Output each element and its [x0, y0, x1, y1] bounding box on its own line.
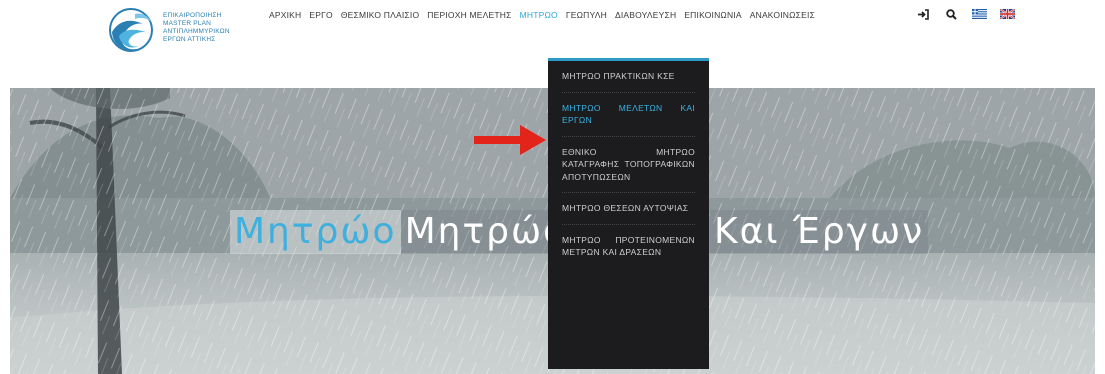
nav-item-registry[interactable]: ΜΗΤΡΩΟ	[520, 10, 558, 20]
logo-text: ΕΠΙΚΑΙΡΟΠΟΙΗΣΗ MASTER PLAN ΑΝΤΙΠΛΗΜΜΥΡΙΚ…	[163, 12, 230, 44]
logo-line: MASTER PLAN	[163, 20, 212, 27]
hero-title: Μητρώο Μητρώο Και Έργων	[230, 210, 929, 254]
nav-item-home[interactable]: ΑΡΧΙΚΗ	[269, 10, 301, 20]
search-icon[interactable]	[943, 7, 959, 21]
logo-line: ΑΝΤΙΠΛΗΜΜΥΡΙΚΩΝ	[163, 28, 230, 35]
dropdown-item-proposed-measures[interactable]: ΜΗΤΡΩΟ ΠΡΟΤΕΙΝΟΜΕΝΩΝ ΜΕΤΡΩΝ ΚΑΙ ΔΡΑΣΕΩΝ	[562, 225, 695, 268]
hero-title-tail: Και Έργων	[710, 210, 929, 254]
login-icon[interactable]	[915, 7, 931, 21]
logo-wave-icon	[109, 8, 153, 52]
red-arrow-annotation	[474, 125, 546, 155]
main-navigation: ΑΡΧΙΚΗ ΕΡΓΟ ΘΕΣΜΙΚΟ ΠΛΑΙΣΙΟ ΠΕΡΙΟΧΗ ΜΕΛΕ…	[269, 8, 823, 22]
nav-item-contact[interactable]: ΕΠΙΚΟΙΝΩΝΙΑ	[684, 10, 741, 20]
dropdown-item-inspection-sites[interactable]: ΜΗΤΡΩΟ ΘΕΣΕΩΝ ΑΥΤΟΨΙΑΣ	[562, 193, 695, 225]
nav-icon-group	[915, 7, 1027, 21]
nav-item-geoportal[interactable]: ΓΕΩΠΥΛΗ	[566, 10, 607, 20]
nav-item-study-area[interactable]: ΠΕΡΙΟΧΗ ΜΕΛΕΤΗΣ	[427, 10, 511, 20]
logo-line: ΕΡΓΩΝ ΑΤΤΙΚΗΣ	[163, 36, 216, 43]
hero-title-word: Μητρώο	[230, 210, 401, 254]
nav-item-consultation[interactable]: ΔΙΑΒΟΥΛΕΥΣΗ	[615, 10, 676, 20]
nav-item-announcements[interactable]: ΑΝΑΚΟΙΝΩΣΕΙΣ	[750, 10, 815, 20]
logo-line: ΕΠΙΚΑΙΡΟΠΟΙΗΣΗ	[163, 12, 222, 19]
dropdown-item-topographic-surveys[interactable]: ΕΘΝΙΚΟ ΜΗΤΡΩΟ ΚΑΤΑΓΡΑΦΗΣ ΤΟΠΟΓΡΑΦΙΚΩΝ ΑΠ…	[562, 137, 695, 193]
greek-flag-icon[interactable]	[971, 7, 987, 21]
nav-item-legal-framework[interactable]: ΘΕΣΜΙΚΟ ΠΛΑΙΣΙΟ	[341, 10, 419, 20]
registry-dropdown-menu: ΜΗΤΡΩΟ ΠΡΑΚΤΙΚΩΝ ΚΣΕ ΜΗΤΡΩΟ ΜΕΛΕΤΩΝ ΚΑΙ …	[548, 58, 709, 369]
dropdown-item-studies-and-works[interactable]: ΜΗΤΡΩΟ ΜΕΛΕΤΩΝ ΚΑΙ ΕΡΓΩΝ	[562, 93, 695, 137]
dropdown-item-kse-minutes[interactable]: ΜΗΤΡΩΟ ΠΡΑΚΤΙΚΩΝ ΚΣΕ	[562, 61, 695, 93]
uk-flag-icon[interactable]	[999, 7, 1015, 21]
hero-title-word: Μητρώο	[400, 210, 572, 254]
nav-item-project[interactable]: ΕΡΓΟ	[309, 10, 332, 20]
